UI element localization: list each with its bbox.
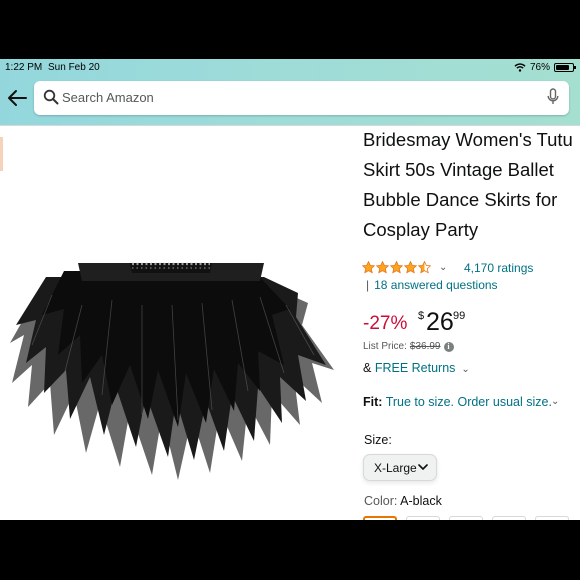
stars — [362, 261, 431, 274]
list-price-label: List Price: — [363, 341, 407, 352]
size-selected: X-Large — [374, 461, 417, 475]
search-placeholder: Search Amazon — [62, 90, 154, 105]
product-image[interactable] — [2, 205, 336, 495]
free-returns[interactable]: & FREE Returns ⌄ — [363, 361, 470, 375]
chevron-down-icon[interactable]: ⌄ — [551, 396, 559, 407]
star-icon — [404, 261, 417, 274]
price-fraction: 99 — [453, 310, 466, 322]
size-dropdown[interactable]: X-Large — [363, 454, 437, 481]
color-label-text: Color: — [364, 494, 398, 508]
color-swatch[interactable] — [406, 516, 440, 520]
status-time: 1:22 PM — [5, 62, 43, 73]
color-selected: A-black — [400, 494, 442, 508]
chevron-down-icon — [418, 464, 428, 470]
app-screen: 1:22 PM Sun Feb 20 76% Search Amazon Bri… — [0, 59, 580, 520]
status-date: Sun Feb 20 — [48, 62, 100, 73]
star-icon — [418, 261, 431, 274]
ratings-count-link[interactable]: 4,170 ratings — [464, 261, 533, 275]
color-label: Color: A-black — [364, 494, 442, 508]
color-swatch[interactable] — [535, 516, 569, 520]
search-input[interactable]: Search Amazon — [34, 81, 569, 115]
header-bar: 1:22 PM Sun Feb 20 76% Search Amazon — [0, 59, 580, 125]
product-title: Bridesmay Women's Tutu Skirt 50s Vintage… — [363, 129, 573, 240]
mic-icon[interactable] — [547, 88, 559, 106]
returns-prefix: & — [363, 361, 372, 375]
star-rating[interactable]: ⌄ — [362, 261, 447, 274]
fit-info[interactable]: Fit: True to size. Order usual size. ⌄ — [363, 395, 559, 409]
info-icon[interactable]: i — [443, 341, 454, 352]
answered-questions-link[interactable]: 18 answered questions — [374, 278, 497, 292]
wifi-icon — [514, 63, 526, 72]
back-arrow-icon[interactable] — [6, 88, 28, 108]
price-whole: 26 — [426, 308, 454, 336]
search-icon — [43, 89, 59, 105]
chevron-down-icon[interactable]: ⌄ — [439, 262, 447, 273]
battery-icon — [554, 63, 576, 72]
star-icon — [390, 261, 403, 274]
carousel-edge — [0, 137, 3, 171]
star-icon — [376, 261, 389, 274]
status-bar: 1:22 PM Sun Feb 20 76% — [0, 59, 580, 77]
fit-value[interactable]: True to size. Order usual size. — [386, 395, 552, 409]
answered-questions[interactable]: | 18 answered questions — [366, 278, 498, 292]
color-swatch[interactable] — [492, 516, 526, 520]
star-icon — [362, 261, 375, 274]
chevron-down-icon[interactable]: ⌄ — [461, 364, 469, 375]
price-symbol: $ — [418, 310, 425, 322]
separator: | — [366, 278, 370, 292]
fit-label: Fit: — [363, 395, 383, 409]
color-swatch[interactable] — [363, 516, 397, 520]
status-right: 76% — [514, 62, 576, 73]
list-price: List Price: $36.99 i — [363, 341, 454, 352]
discount-badge: -27% — [363, 313, 408, 334]
free-returns-link[interactable]: FREE Returns — [375, 361, 456, 375]
list-price-value: $36.99 — [409, 341, 441, 352]
size-label: Size: — [364, 433, 392, 447]
color-swatch[interactable] — [449, 516, 483, 520]
battery-percent: 76% — [529, 62, 550, 73]
